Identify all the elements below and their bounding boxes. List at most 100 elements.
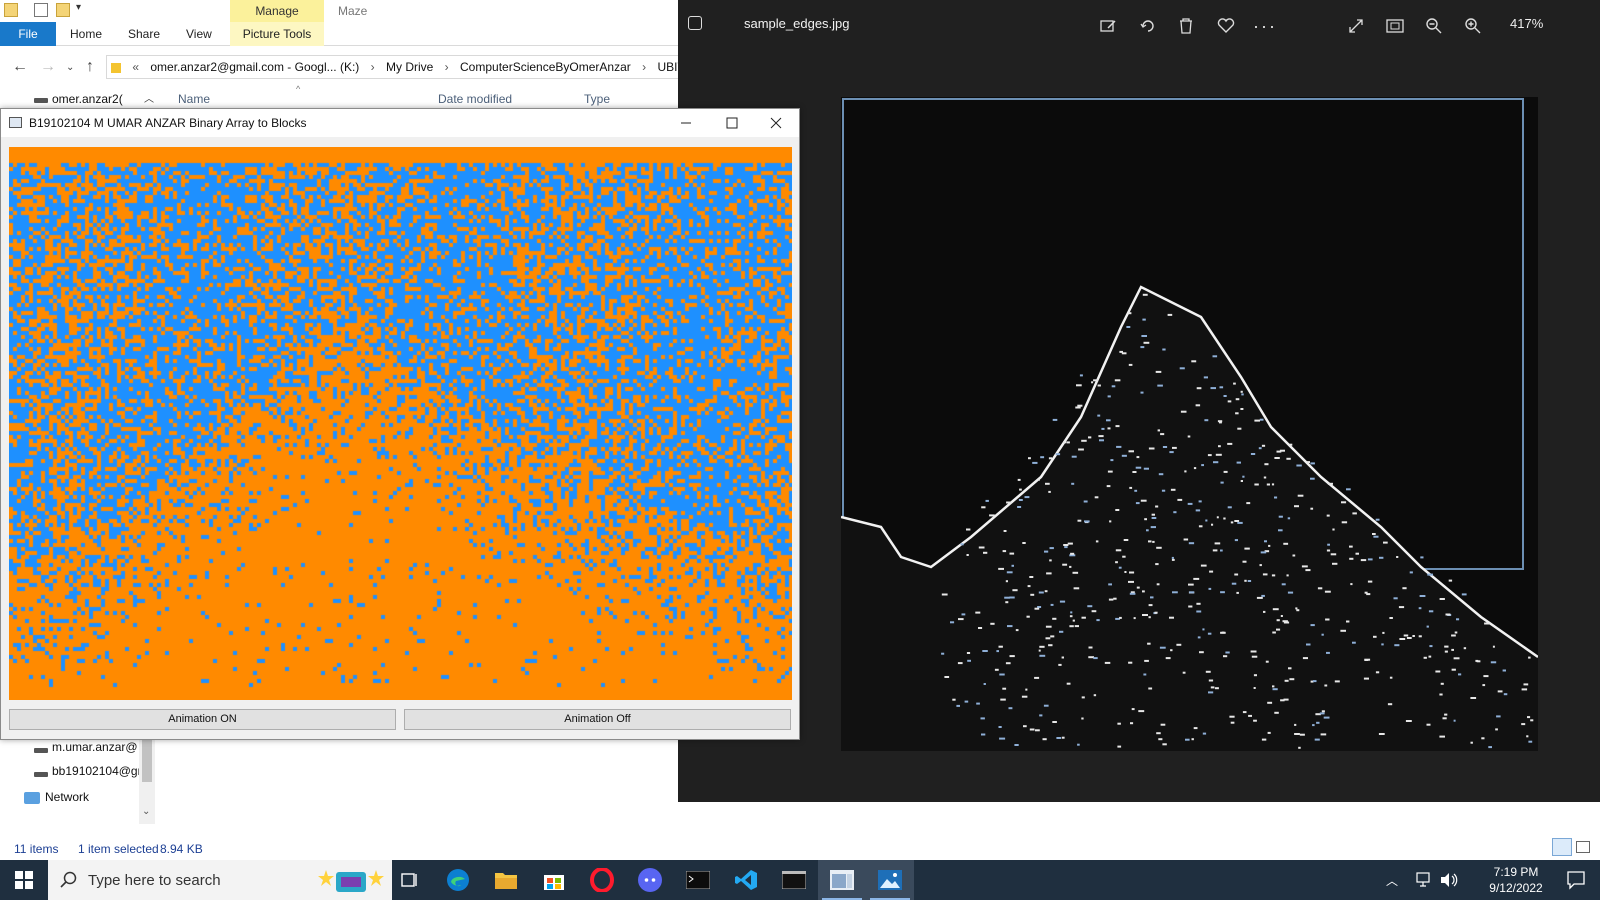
folder-icon[interactable] xyxy=(4,3,18,17)
animation-on-button[interactable]: Animation ON xyxy=(9,709,396,730)
photos-taskbar-button[interactable] xyxy=(866,860,914,900)
show-hidden-icons-icon[interactable]: ︿ xyxy=(1386,872,1398,889)
clock-time: 7:19 PM xyxy=(1493,865,1539,879)
column-date-modified[interactable]: Date modified xyxy=(438,92,512,106)
edge-taskbar-button[interactable] xyxy=(434,860,482,900)
edge-speck xyxy=(1208,679,1214,682)
store-taskbar-button[interactable] xyxy=(530,860,578,900)
fullscreen-icon[interactable] xyxy=(1342,12,1370,40)
edge-speck xyxy=(1283,621,1290,624)
nav-item-drive-2[interactable]: m.umar.anzar@ xyxy=(52,740,138,754)
edge-speck xyxy=(981,506,986,509)
nav-item-network[interactable]: Network xyxy=(45,790,89,804)
zoom-level[interactable]: 417% xyxy=(1510,16,1543,31)
fit-icon[interactable] xyxy=(1381,12,1409,40)
new-folder-icon[interactable] xyxy=(56,3,70,17)
breadcrumb-folder[interactable]: ComputerScienceByOmerAnzar xyxy=(460,56,631,78)
edge-speck xyxy=(1363,677,1369,680)
vscode-taskbar-button[interactable] xyxy=(722,860,770,900)
taskbar-clock[interactable]: 7:19 PM 9/12/2022 xyxy=(1480,864,1552,896)
scroll-up-icon[interactable]: ︿ xyxy=(144,90,154,105)
terminal-taskbar-button[interactable] xyxy=(674,860,722,900)
action-center-button[interactable] xyxy=(1566,870,1586,893)
tk-window-title: B19102104 M UMAR ANZAR Binary Array to B… xyxy=(29,116,307,130)
minimize-button[interactable] xyxy=(663,109,709,137)
edge-speck xyxy=(1389,676,1393,679)
back-arrow-icon[interactable]: ← xyxy=(12,58,28,76)
edge-speck xyxy=(981,733,986,736)
tab-view[interactable]: View xyxy=(176,22,222,46)
nav-item-drive[interactable]: omer.anzar2( xyxy=(52,92,123,106)
volume-icon[interactable] xyxy=(1440,872,1458,888)
edge-speck xyxy=(1171,556,1174,559)
tab-home[interactable]: Home xyxy=(60,22,112,46)
recent-locations-icon[interactable]: ⌄ xyxy=(66,62,74,73)
nav-scrollbar[interactable]: ⌄ xyxy=(139,736,155,824)
address-bar[interactable]: « omer.anzar2@gmail.com - Googl... (K:) … xyxy=(106,55,680,79)
tab-picture-tools[interactable]: Picture Tools xyxy=(230,22,324,46)
edge-speck xyxy=(1129,571,1135,574)
large-icons-view-icon[interactable] xyxy=(1576,841,1590,853)
edge-speck xyxy=(1021,695,1028,698)
opera-icon xyxy=(590,868,614,892)
more-icon[interactable]: ··· xyxy=(1251,12,1279,40)
tab-share[interactable]: Share xyxy=(118,22,170,46)
cmd-taskbar-button[interactable] xyxy=(770,860,818,900)
details-view-icon[interactable] xyxy=(1552,838,1572,856)
breadcrumb-separator[interactable]: › xyxy=(642,56,646,78)
taskbar-search-box[interactable]: Type here to search xyxy=(48,860,392,900)
opera-taskbar-button[interactable] xyxy=(578,860,626,900)
favorite-icon[interactable] xyxy=(1212,12,1240,40)
edge-speck xyxy=(1326,651,1330,654)
rotate-icon[interactable] xyxy=(1134,12,1162,40)
network-status-icon[interactable] xyxy=(1416,872,1434,888)
start-button[interactable] xyxy=(0,860,48,900)
edge-speck xyxy=(1183,538,1189,541)
zoom-in-icon[interactable] xyxy=(1459,12,1487,40)
breadcrumb-separator[interactable]: › xyxy=(445,56,449,78)
forward-arrow-icon[interactable]: → xyxy=(40,58,56,76)
search-icon xyxy=(60,871,77,888)
scroll-down-icon[interactable]: ⌄ xyxy=(142,806,150,817)
edge-speck xyxy=(1237,427,1242,430)
edge-speck xyxy=(1229,715,1235,718)
edge-speck xyxy=(1002,550,1007,553)
maximize-button[interactable] xyxy=(709,109,755,137)
scrollbar-thumb[interactable] xyxy=(142,738,152,782)
column-type[interactable]: Type xyxy=(584,92,610,106)
edge-speck xyxy=(1367,580,1373,583)
breadcrumb-my-drive[interactable]: My Drive xyxy=(386,56,433,78)
task-view-button[interactable] xyxy=(386,860,434,900)
navigation-pane: m.umar.anzar@ bb19102104@gn Network xyxy=(0,736,160,826)
breadcrumb-ubit[interactable]: UBIT xyxy=(657,56,679,78)
file-explorer-taskbar-button[interactable] xyxy=(482,860,530,900)
delete-icon[interactable] xyxy=(1172,12,1200,40)
breadcrumb-drive[interactable]: omer.anzar2@gmail.com - Googl... (K:) xyxy=(150,56,359,78)
edge-speck xyxy=(1179,367,1185,370)
zoom-out-icon[interactable] xyxy=(1420,12,1448,40)
tab-file[interactable]: File xyxy=(0,22,56,46)
close-button[interactable] xyxy=(753,109,799,137)
edge-speck xyxy=(1142,293,1148,296)
address-overflow[interactable]: « xyxy=(132,56,139,78)
edge-speck xyxy=(1254,419,1260,422)
properties-icon[interactable] xyxy=(34,3,48,17)
edge-speck xyxy=(1227,400,1232,403)
nav-item-drive-3[interactable]: bb19102104@gn xyxy=(52,764,144,778)
edge-speck xyxy=(1136,586,1140,589)
python-window-taskbar-button[interactable] xyxy=(818,860,866,900)
edit-icon[interactable] xyxy=(1094,12,1122,40)
breadcrumb-separator[interactable]: › xyxy=(371,56,375,78)
edge-speck xyxy=(982,650,988,652)
animation-off-button[interactable]: Animation Off xyxy=(404,709,791,730)
column-name[interactable]: Name xyxy=(178,92,210,106)
edge-speck xyxy=(1346,488,1351,491)
edge-speck xyxy=(1496,715,1501,718)
discord-taskbar-button[interactable] xyxy=(626,860,674,900)
edge-speck xyxy=(1107,395,1111,398)
up-arrow-icon[interactable]: ↑ xyxy=(86,58,94,76)
edge-speck xyxy=(1225,651,1230,654)
binary-blocks-canvas[interactable] xyxy=(9,147,792,700)
edge-speck xyxy=(1483,675,1489,678)
customize-qat-icon[interactable]: ▾ xyxy=(76,2,81,13)
